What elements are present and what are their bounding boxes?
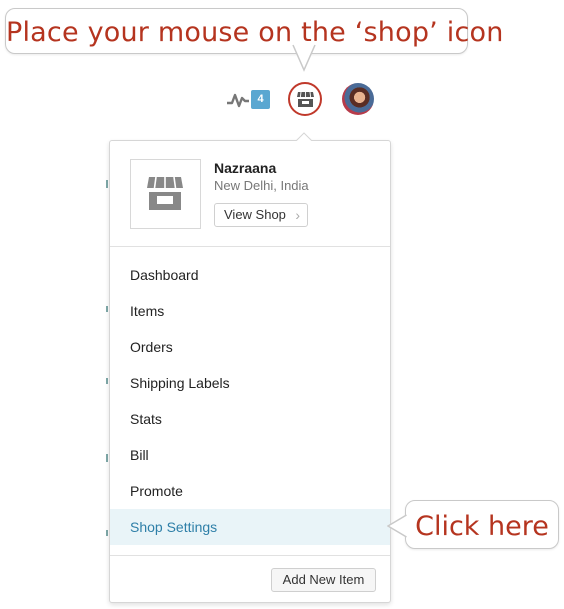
instruction-callout: Place your mouse on the ‘shop’ icon [5,8,504,54]
background-fragment [106,306,108,312]
background-fragment [106,530,108,536]
menu-item-dashboard[interactable]: Dashboard [110,257,390,293]
instruction-callout-text: Place your mouse on the ‘shop’ icon [6,17,504,48]
menu-item-shipping-labels[interactable]: Shipping Labels [110,365,390,401]
notification-count-badge[interactable]: 4 [251,90,270,109]
shop-name[interactable]: Nazraana [214,160,276,176]
menu-item-stats[interactable]: Stats [110,401,390,437]
view-shop-label: View Shop [224,207,286,222]
shop-location: New Delhi, India [214,178,309,193]
menu-item-orders[interactable]: Orders [110,329,390,365]
shop-dropdown-panel: Nazraana New Delhi, India View Shop › Da… [109,140,391,603]
add-new-item-button[interactable]: Add New Item [271,568,376,592]
background-fragment [106,378,108,384]
shop-thumbnail[interactable] [130,159,201,229]
activity-pulse-icon[interactable] [226,89,250,109]
background-fragment [106,454,108,462]
user-avatar[interactable] [342,83,374,115]
menu-item-shop-settings[interactable]: Shop Settings [110,509,390,545]
menu-item-promote[interactable]: Promote [110,473,390,509]
storefront-icon [147,176,183,210]
shop-menu-button[interactable] [288,82,322,116]
background-fragment [106,180,108,188]
callout-pointer [387,514,407,538]
divider [110,555,390,556]
click-here-callout: Click here [405,500,559,549]
panel-caret [296,132,312,141]
screenshot-stage: Place your mouse on the ‘shop’ icon 4 Na… [0,0,564,609]
click-here-callout-text: Click here [415,511,549,542]
view-shop-button[interactable]: View Shop › [214,203,308,227]
callout-pointer [292,44,316,72]
menu-item-bill[interactable]: Bill [110,437,390,473]
menu-item-items[interactable]: Items [110,293,390,329]
divider [110,246,390,247]
chevron-right-icon: › [295,207,300,223]
storefront-icon [297,91,314,107]
